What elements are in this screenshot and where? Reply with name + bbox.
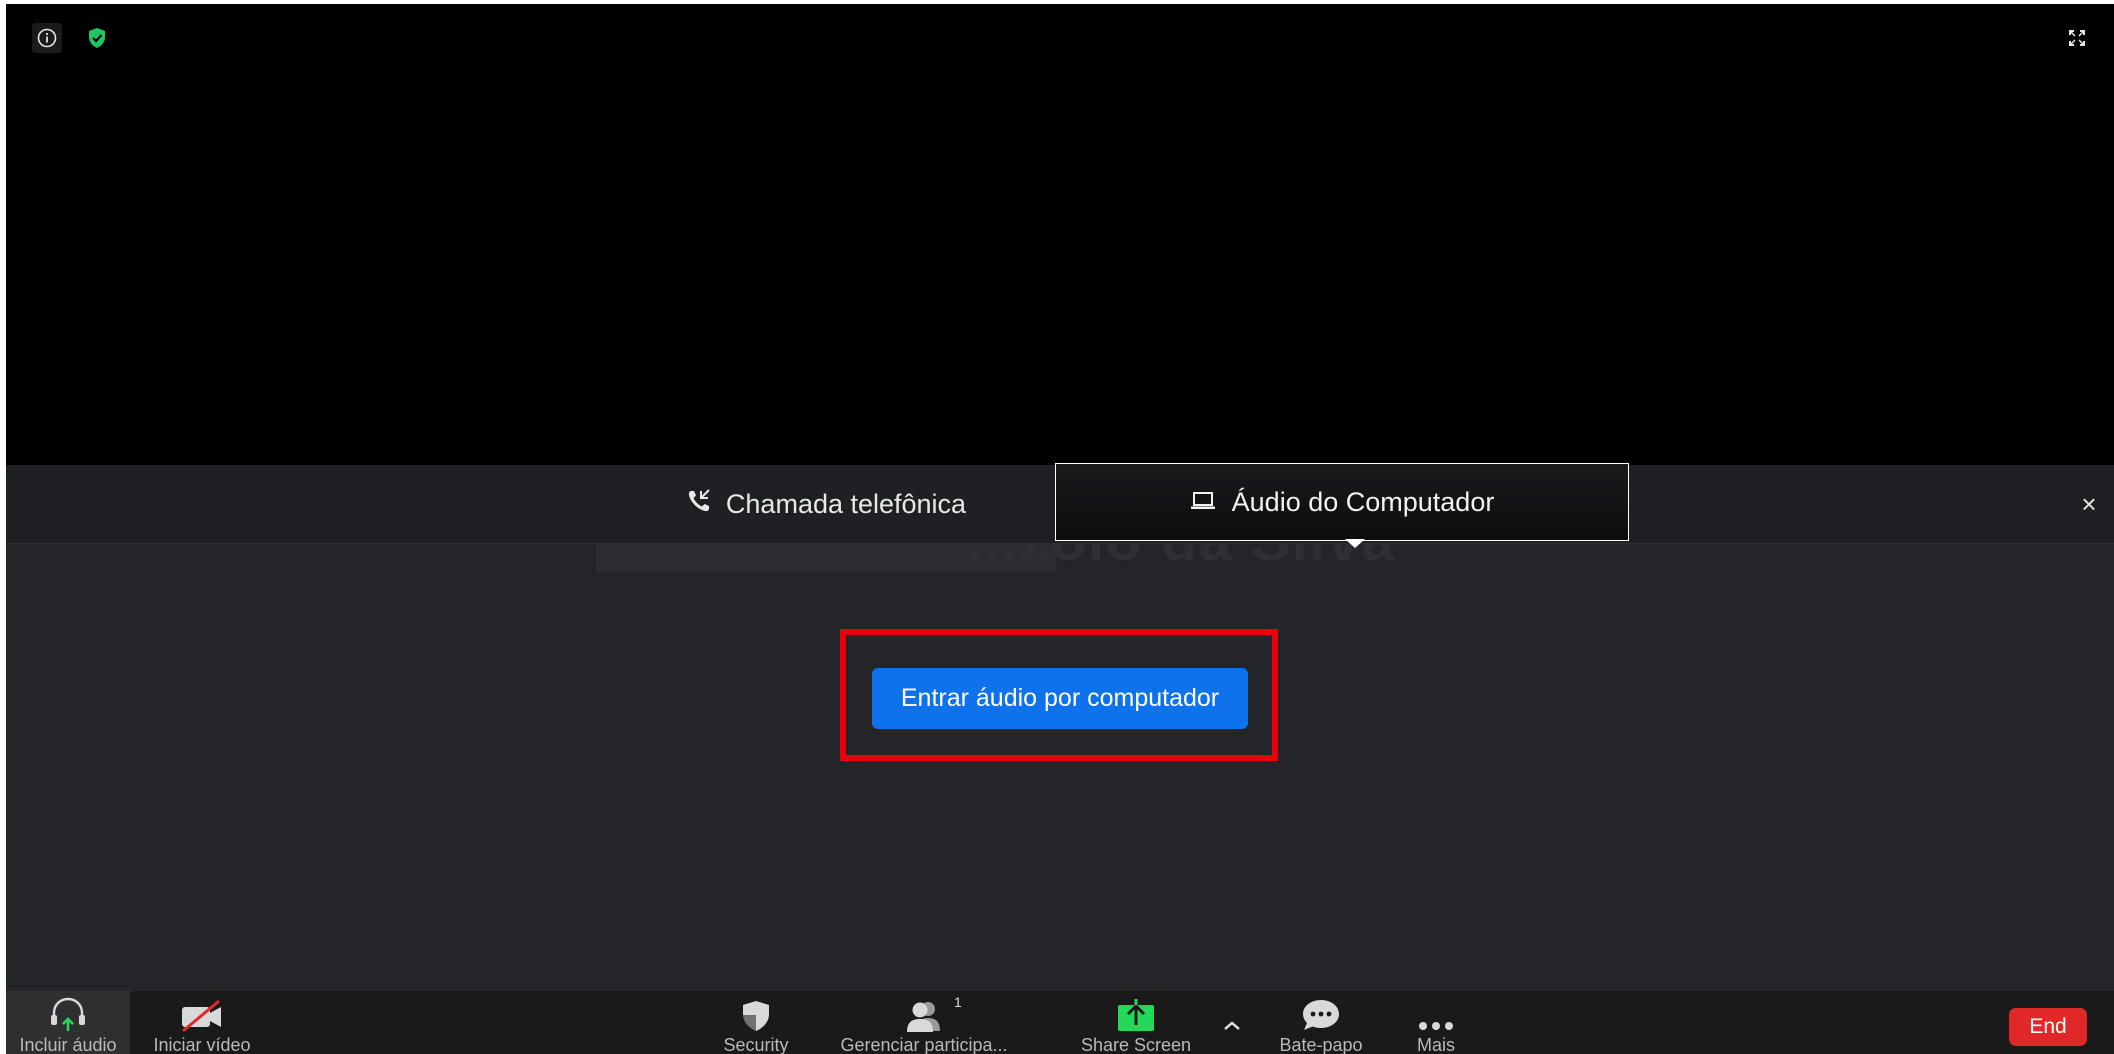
- video-off-icon: [179, 991, 225, 1035]
- participants-label: Gerenciar participa...: [840, 1035, 1008, 1054]
- tab-computer-audio-label: Áudio do Computador: [1231, 486, 1495, 517]
- chat-icon: [1300, 991, 1342, 1035]
- security-button[interactable]: Security: [708, 991, 804, 1054]
- tab-phone-call-label: Chamada telefônica: [725, 488, 967, 519]
- tab-phone-call[interactable]: Chamada telefônica: [596, 465, 1056, 543]
- chevron-up-icon: [1222, 991, 1242, 1035]
- join-audio-dialog: ...zolo da Silva Chamada telefônica Áudi…: [6, 463, 2114, 990]
- tab-computer-audio[interactable]: Áudio do Computador: [1055, 463, 1629, 541]
- chat-label: Bate-papo: [1279, 1035, 1363, 1054]
- join-audio-label: Incluir áudio: [19, 1035, 117, 1054]
- meeting-window: ...zolo da Silva Chamada telefônica Áudi…: [6, 4, 2114, 1054]
- share-screen-icon: [1116, 991, 1156, 1035]
- join-computer-audio-button[interactable]: Entrar áudio por computador: [872, 668, 1248, 729]
- selected-tab-indicator: [1345, 539, 1365, 548]
- security-shield-icon: [740, 991, 772, 1035]
- phone-icon: [686, 488, 712, 521]
- more-button[interactable]: Mais: [1396, 991, 1476, 1054]
- shield-check-icon[interactable]: [82, 23, 112, 53]
- participants-button[interactable]: 1 Gerenciar participa...: [834, 991, 1014, 1054]
- join-audio-button[interactable]: Incluir áudio: [6, 991, 130, 1054]
- headphones-icon: [48, 991, 88, 1035]
- fullscreen-icon[interactable]: [2062, 23, 2092, 53]
- meeting-toolbar: Incluir áudio Iniciar vídeo Security 1 G…: [6, 990, 2114, 1054]
- start-video-label: Iniciar vídeo: [153, 1035, 251, 1054]
- more-icon: [1416, 991, 1456, 1035]
- share-screen-button[interactable]: Share Screen: [1066, 991, 1206, 1054]
- laptop-icon: [1190, 487, 1216, 518]
- share-options-button[interactable]: [1214, 991, 1250, 1054]
- participants-count-badge: 1: [954, 994, 962, 1010]
- end-meeting-button[interactable]: End: [2009, 1008, 2087, 1046]
- start-video-button[interactable]: Iniciar vídeo: [142, 991, 262, 1054]
- video-area: [6, 4, 2114, 465]
- chat-button[interactable]: Bate-papo: [1266, 991, 1376, 1054]
- close-icon[interactable]: ×: [2074, 489, 2104, 519]
- share-screen-label: Share Screen: [1080, 1035, 1192, 1054]
- info-icon[interactable]: [32, 23, 62, 53]
- more-label: Mais: [1416, 1035, 1455, 1054]
- security-label: Security: [723, 1035, 789, 1054]
- participants-icon: [902, 991, 946, 1035]
